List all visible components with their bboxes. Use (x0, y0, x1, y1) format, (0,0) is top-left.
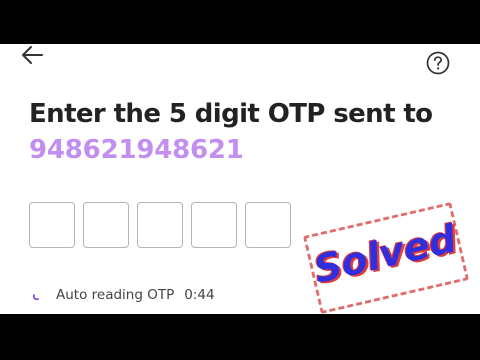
otp-digit-input-1[interactable] (29, 202, 75, 248)
otp-digit-input-2[interactable] (83, 202, 129, 248)
otp-digit-input-3[interactable] (137, 202, 183, 248)
question-circle-icon (426, 51, 450, 75)
otp-digit-input-4[interactable] (191, 202, 237, 248)
countdown-timer: 0:44 (184, 287, 215, 303)
arrow-left-icon (22, 46, 43, 64)
back-button[interactable] (20, 44, 46, 66)
video-frame: Enter the 5 digit OTP sent to 9486219486… (0, 0, 480, 360)
auto-reading-label: Auto reading OTP (56, 287, 175, 303)
help-button[interactable] (426, 51, 450, 75)
title-text: Enter the 5 digit OTP sent to (29, 99, 433, 129)
loading-spinner-icon (33, 294, 39, 300)
otp-input-group (29, 202, 291, 250)
auto-reading-status: Auto reading OTP 0:44 (56, 287, 215, 303)
page-title: Enter the 5 digit OTP sent to 9486219486… (29, 96, 469, 168)
otp-digit-input-5[interactable] (245, 202, 291, 248)
phone-number: 948621948621 (29, 135, 244, 165)
